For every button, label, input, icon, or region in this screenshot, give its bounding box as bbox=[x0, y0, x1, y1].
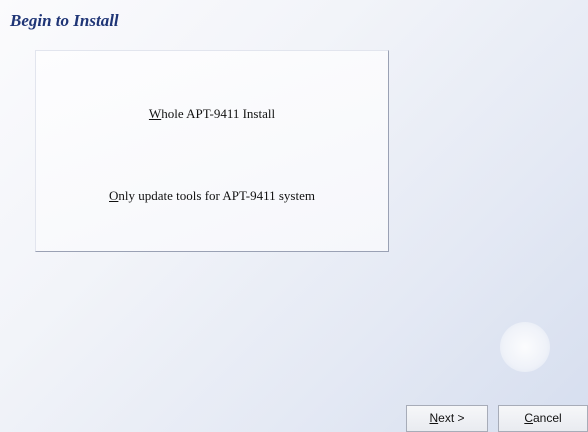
next-accel: N bbox=[429, 411, 439, 425]
cancel-accel: C bbox=[524, 411, 533, 425]
whole-install-accel: W bbox=[148, 106, 162, 121]
install-options-panel: Whole APT-9411 Install Only update tools… bbox=[35, 50, 389, 252]
background-glow bbox=[500, 322, 550, 372]
whole-install-label: hole APT-9411 Install bbox=[161, 106, 276, 121]
cancel-label: ancel bbox=[532, 411, 562, 425]
next-label: ext > bbox=[438, 411, 465, 425]
page-title: Begin to Install bbox=[10, 11, 119, 30]
next-button[interactable]: Next > bbox=[406, 405, 488, 432]
update-tools-label: nly update tools for APT-9411 system bbox=[118, 188, 315, 203]
update-tools-accel: O bbox=[109, 188, 119, 203]
update-tools-option[interactable]: Only update tools for APT-9411 system bbox=[36, 188, 388, 204]
whole-install-option[interactable]: Whole APT-9411 Install bbox=[36, 106, 388, 122]
cancel-button[interactable]: Cancel bbox=[498, 405, 588, 432]
